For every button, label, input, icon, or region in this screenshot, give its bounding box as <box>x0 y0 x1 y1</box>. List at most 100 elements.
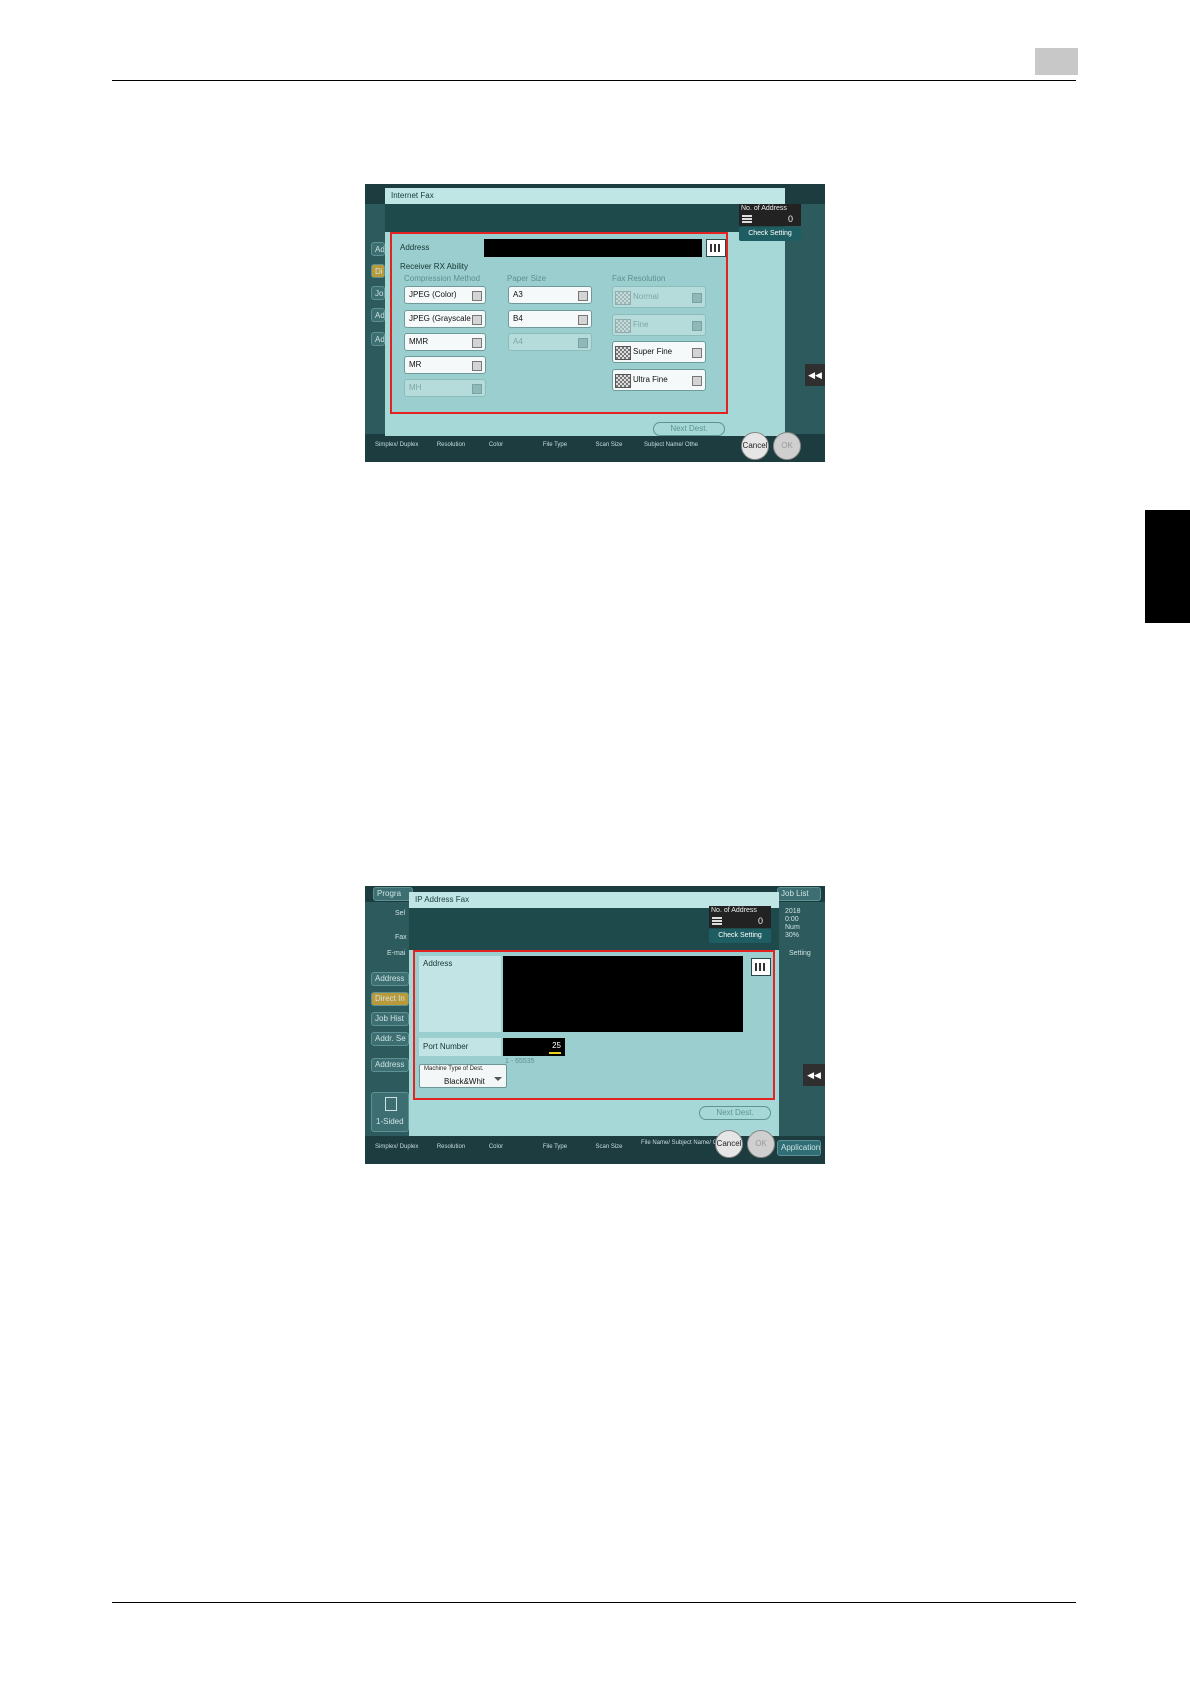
bg-left-4: Ad <box>371 308 385 322</box>
footer-rule <box>112 1602 1076 1603</box>
header-rule <box>112 80 1076 81</box>
top-program-button: Progra <box>373 887 413 901</box>
bottom-label-filetype: File Type <box>542 442 568 448</box>
bg-left-2: Di <box>371 264 385 278</box>
ultra-fine-label: Ultra Fine <box>633 375 668 384</box>
bottom-label-color: Color <box>488 1144 504 1150</box>
check-setting-button[interactable]: Check Setting <box>709 929 771 943</box>
b4-label: B4 <box>513 314 523 323</box>
jpeg-color-option[interactable]: JPEG (Color) <box>404 286 486 304</box>
bg-left-fax: Fax <box>395 934 407 941</box>
port-range: 1 - 65535 <box>505 1058 535 1065</box>
keyboard-button[interactable] <box>706 239 726 257</box>
keyboard-icon <box>710 244 722 252</box>
bottom-label-scansize: Scan Size <box>595 1144 623 1150</box>
a3-option[interactable]: A3 <box>508 286 592 304</box>
bottom-label-resolution: Resolution <box>436 442 466 448</box>
mr-option[interactable]: MR <box>404 356 486 374</box>
normal-label: Normal <box>633 292 659 301</box>
no-of-address-box: No. of Address 0 <box>709 906 771 928</box>
bg-left-sel: Sel <box>395 910 406 917</box>
resolution-icon <box>615 319 631 333</box>
address-input[interactable] <box>503 956 743 1032</box>
next-dest-button[interactable]: Next Dest. <box>699 1106 771 1120</box>
ok-button[interactable]: OK <box>747 1130 775 1158</box>
mh-label: MH <box>409 383 422 392</box>
checkbox-icon <box>578 315 588 325</box>
checkbox-icon <box>472 338 482 348</box>
port-number-label: Port Number <box>423 1042 469 1051</box>
a4-label: A4 <box>513 337 523 346</box>
keyboard-icon <box>755 963 767 971</box>
collapse-panel-button[interactable]: ◀◀ <box>805 364 825 386</box>
list-icon <box>742 215 752 224</box>
highlight-frame: Address Receiver RX Ability Compression … <box>390 232 728 414</box>
bottom-label-color: Color <box>488 442 504 448</box>
chapter-number-box <box>1035 48 1078 75</box>
ok-button[interactable]: OK <box>773 432 801 460</box>
checkbox-icon <box>578 291 588 301</box>
jpeg-grayscale-label: JPEG (Grayscale <box>409 314 471 323</box>
no-of-address-label: No. of Address <box>711 907 757 914</box>
checkbox-icon <box>472 384 482 394</box>
no-of-address-label: No. of Address <box>741 205 787 212</box>
ip-address-fax-screenshot: Progra Job List Sel Fax E-mai Address Di… <box>365 886 825 1164</box>
bg-right-2: 0:00 <box>785 916 799 923</box>
bg-left-5: Ad <box>371 332 385 346</box>
bottom-label-subject: Subject Name/ Othe <box>643 442 699 448</box>
address-label: Address <box>400 243 430 252</box>
bottom-label-duplex: Simplex/ Duplex <box>375 442 419 448</box>
machine-type-value: Black&Whit <box>444 1077 485 1086</box>
ultra-fine-option[interactable]: Ultra Fine <box>612 369 706 391</box>
top-job-list-button: Job List <box>777 887 821 901</box>
b4-option[interactable]: B4 <box>508 310 592 328</box>
machine-type-dropdown[interactable]: Machine Type of Dest. Black&Whit <box>419 1064 507 1088</box>
bg-right-1: 2018 <box>785 908 801 915</box>
bg-right-3: Num <box>785 924 800 931</box>
bottom-label-scansize: Scan Size <box>595 442 623 448</box>
chapter-side-tab <box>1145 510 1190 623</box>
mh-option: MH <box>404 379 486 397</box>
resolution-icon <box>615 374 631 388</box>
jpeg-grayscale-option[interactable]: JPEG (Grayscale <box>404 310 486 328</box>
highlight-frame: Address Port Number 25 1 - 65535 Machine… <box>413 950 775 1100</box>
dialog-header-band <box>385 204 785 232</box>
keyboard-button[interactable] <box>751 958 771 976</box>
doc-side-label: 1-Sided <box>376 1117 404 1126</box>
checkbox-icon <box>692 321 702 331</box>
chevron-down-icon <box>494 1077 502 1081</box>
port-number-value: 25 <box>552 1041 561 1050</box>
bg-left-1: Ad <box>371 242 385 256</box>
bg-left-address-2: Address <box>371 1058 409 1072</box>
collapse-panel-button[interactable]: ◀◀ <box>803 1064 825 1086</box>
checkbox-icon <box>578 338 588 348</box>
cancel-button[interactable]: Cancel <box>715 1130 743 1158</box>
bg-left-email: E-mai <box>387 950 406 957</box>
bg-left-direct-input: Direct In <box>371 992 409 1006</box>
checkbox-icon <box>472 291 482 301</box>
address-label-cell: Address <box>419 956 501 1032</box>
application-button: Application <box>777 1140 821 1156</box>
super-fine-option[interactable]: Super Fine <box>612 341 706 363</box>
no-of-address-value: 0 <box>787 214 793 224</box>
double-chevron-left-icon: ◀◀ <box>807 1070 821 1080</box>
bg-left-job-history: Job Hist <box>371 1012 409 1026</box>
bg-left-address: Address <box>371 972 409 986</box>
check-setting-button[interactable]: Check Setting <box>739 227 801 241</box>
bg-left-addr-search: Addr. Se <box>371 1032 409 1046</box>
a3-label: A3 <box>513 290 523 299</box>
cancel-button[interactable]: Cancel <box>741 432 769 460</box>
address-input[interactable] <box>484 239 702 257</box>
bottom-label-filetype: File Type <box>542 1144 568 1150</box>
bottom-label-duplex: Simplex/ Duplex <box>375 1144 419 1150</box>
bg-right-4: 30% <box>785 932 800 939</box>
list-icon <box>712 917 722 926</box>
mmr-option[interactable]: MMR <box>404 333 486 351</box>
checkbox-icon <box>692 376 702 386</box>
port-number-input[interactable]: 25 <box>503 1038 565 1056</box>
fax-resolution-label: Fax Resolution <box>612 274 666 283</box>
super-fine-label: Super Fine <box>633 347 673 356</box>
next-dest-button[interactable]: Next Dest. <box>653 422 725 436</box>
bg-left-3: Jo <box>371 286 385 300</box>
bottom-label-resolution: Resolution <box>436 1144 466 1150</box>
